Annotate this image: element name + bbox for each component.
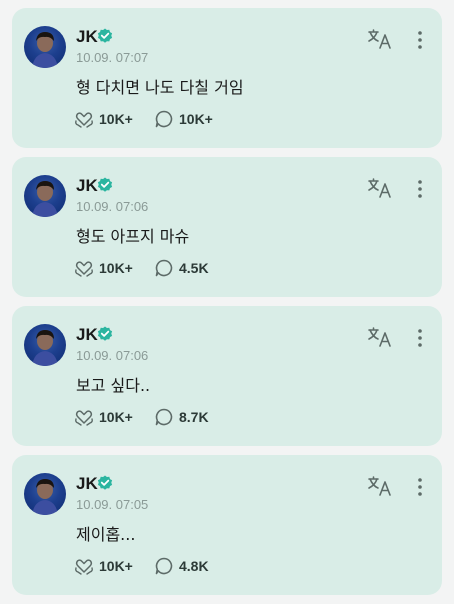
more-vertical-icon[interactable]	[416, 30, 424, 50]
post-text: 제이홉...	[76, 525, 136, 544]
comments-count: 4.5K	[179, 260, 209, 276]
verified-badge-icon	[97, 326, 113, 341]
post-text: 형도 아프지 마슈	[76, 227, 190, 246]
comments-count: 4.8K	[179, 558, 209, 574]
likes-count: 10K+	[99, 260, 133, 276]
post-feed: JK 10.09. 07:07 형 다치면 나도 다칠 거임 10K+ 10K+	[0, 0, 454, 604]
post-text: 형 다치면 나도 다칠 거임	[76, 78, 244, 97]
more-vertical-icon[interactable]	[416, 328, 424, 348]
author-name[interactable]: JK	[76, 27, 98, 47]
comments-button[interactable]: 10K+	[154, 109, 213, 129]
post-card[interactable]: JK 10.09. 07:06 보고 싶다.. 10K+ 8.7K	[12, 306, 442, 446]
post-timestamp: 10.09. 07:07	[76, 50, 149, 65]
heart-hands-icon	[75, 410, 93, 426]
comments-button[interactable]: 8.7K	[154, 407, 209, 427]
likes-button[interactable]: 10K+	[74, 109, 133, 129]
avatar[interactable]	[24, 175, 66, 217]
speech-bubble-icon	[155, 110, 173, 128]
likes-button[interactable]: 10K+	[74, 407, 133, 427]
post-timestamp: 10.09. 07:05	[76, 497, 149, 512]
post-timestamp: 10.09. 07:06	[76, 199, 149, 214]
translate-icon[interactable]	[367, 28, 393, 50]
post-card[interactable]: JK 10.09. 07:07 형 다치면 나도 다칠 거임 10K+ 10K+	[12, 8, 442, 148]
likes-button[interactable]: 10K+	[74, 258, 133, 278]
heart-hands-icon	[75, 112, 93, 128]
likes-count: 10K+	[99, 558, 133, 574]
avatar[interactable]	[24, 324, 66, 366]
translate-icon[interactable]	[367, 177, 393, 199]
author-name[interactable]: JK	[76, 325, 98, 345]
comments-button[interactable]: 4.8K	[154, 556, 209, 576]
avatar[interactable]	[24, 26, 66, 68]
heart-hands-icon	[75, 559, 93, 575]
speech-bubble-icon	[155, 259, 173, 277]
speech-bubble-icon	[155, 557, 173, 575]
post-text: 보고 싶다..	[76, 376, 151, 395]
likes-count: 10K+	[99, 409, 133, 425]
translate-icon[interactable]	[367, 326, 393, 348]
likes-count: 10K+	[99, 111, 133, 127]
verified-badge-icon	[97, 28, 113, 43]
comments-count: 8.7K	[179, 409, 209, 425]
post-card[interactable]: JK 10.09. 07:06 형도 아프지 마슈 10K+ 4.5K	[12, 157, 442, 297]
more-vertical-icon[interactable]	[416, 179, 424, 199]
post-card[interactable]: JK 10.09. 07:05 제이홉... 10K+ 4.8K	[12, 455, 442, 595]
verified-badge-icon	[97, 177, 113, 192]
author-name[interactable]: JK	[76, 474, 98, 494]
translate-icon[interactable]	[367, 475, 393, 497]
verified-badge-icon	[97, 475, 113, 490]
post-timestamp: 10.09. 07:06	[76, 348, 149, 363]
likes-button[interactable]: 10K+	[74, 556, 133, 576]
speech-bubble-icon	[155, 408, 173, 426]
comments-count: 10K+	[179, 111, 213, 127]
avatar[interactable]	[24, 473, 66, 515]
comments-button[interactable]: 4.5K	[154, 258, 209, 278]
more-vertical-icon[interactable]	[416, 477, 424, 497]
heart-hands-icon	[75, 261, 93, 277]
author-name[interactable]: JK	[76, 176, 98, 196]
